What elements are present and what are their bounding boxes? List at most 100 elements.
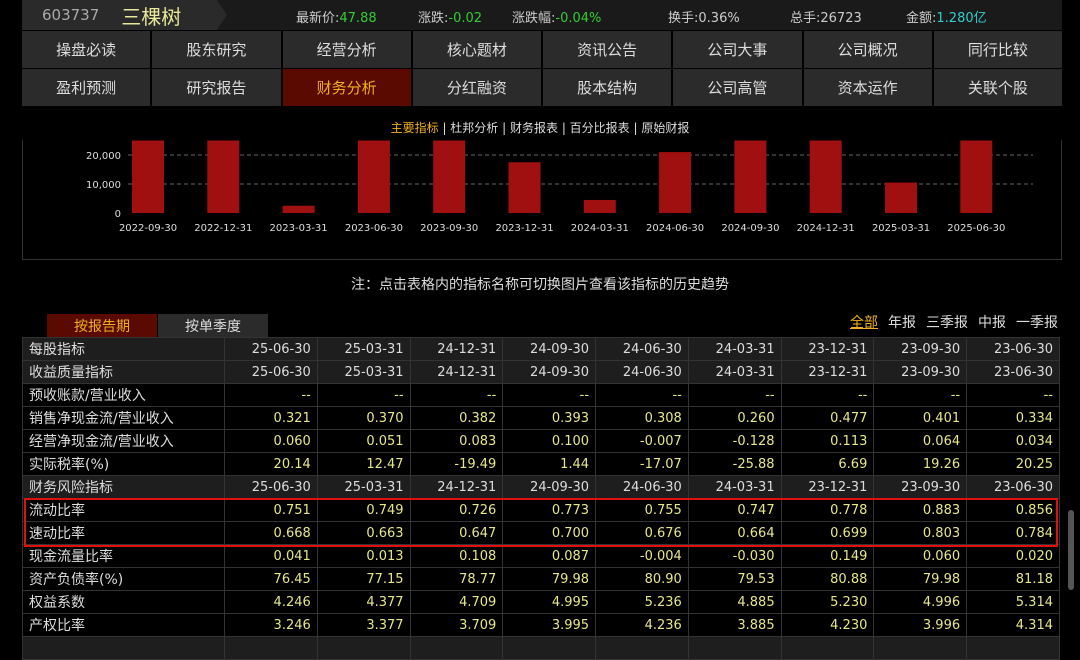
hint-note: 注：点击表格内的指标名称可切换图片查看该指标的历史趋势 [351, 277, 729, 293]
sub-tab[interactable]: 百分比报表 [570, 121, 630, 135]
bar[interactable] [357, 140, 390, 214]
nav-tab[interactable]: 研究报告 [152, 69, 281, 106]
quote-item: 金额:1.280亿 [906, 7, 987, 26]
nav-tab[interactable]: 关联个股 [933, 69, 1062, 106]
nav-row-2: 盈利预测 研究报告 财务分析 分红融资 股本结构 公司高管 资本运作 关联个股 [22, 69, 1062, 106]
nav-tab[interactable]: 公司概况 [803, 31, 932, 68]
bar[interactable] [282, 205, 315, 213]
nav-tab[interactable]: 股本结构 [543, 69, 672, 106]
nav-tab[interactable]: 经营分析 [282, 31, 411, 68]
table-cell: -0.007 [595, 429, 689, 453]
quote-label: 最新价: [296, 11, 340, 26]
indicator-name[interactable]: 预收账款/营业收入 [22, 383, 225, 407]
quote-label: 涨跌: [418, 11, 449, 26]
sub-tab[interactable]: 原始财报 [641, 121, 689, 135]
nav-tab[interactable]: 分红融资 [412, 69, 541, 106]
bar[interactable] [885, 182, 917, 213]
date-header: 23-12-31 [780, 360, 875, 384]
quote-label: 总手: [790, 11, 821, 26]
scrollbar[interactable] [1068, 510, 1074, 590]
table-cell: 0.393 [502, 406, 597, 430]
nav-tab[interactable]: 资本运作 [803, 69, 932, 106]
table-cell: 12.47 [316, 452, 411, 476]
y-tick-label: 10,000 [86, 180, 121, 191]
date-header: 23-06-30 [966, 360, 1060, 384]
date-header: 25-03-31 [316, 337, 411, 361]
table-cell: -- [687, 383, 782, 407]
indicator-name[interactable]: 现金流量比率 [22, 544, 225, 568]
table-cell: 79.98 [873, 567, 968, 591]
bar[interactable] [207, 140, 240, 214]
indicator-name[interactable]: 资产负债率(%) [22, 567, 225, 591]
bar[interactable] [734, 140, 767, 214]
indicator-name[interactable]: 财务风险指标 [22, 475, 225, 499]
x-tick-label: 2023-03-31 [270, 223, 328, 234]
table-cell: 4.995 [502, 590, 597, 614]
table-cell [780, 636, 875, 660]
quote-value: 0.36% [698, 11, 740, 26]
stock-code: 603737 [42, 6, 100, 24]
filter-option[interactable]: 年报 [888, 312, 916, 332]
sub-tab[interactable]: 主要指标 [391, 121, 439, 135]
bar[interactable] [583, 199, 616, 213]
table-cell: 0.060 [873, 544, 968, 568]
table-cell: 0.060 [224, 429, 318, 453]
bar[interactable] [433, 140, 466, 214]
bar[interactable] [809, 140, 842, 214]
filter-option[interactable]: 三季报 [926, 312, 968, 332]
date-header: 23-06-30 [966, 337, 1060, 361]
filter-option[interactable]: 中报 [978, 312, 1006, 332]
table-row: 财务风险指标 25-06-30 25-03-31 24-12-31 24-09-30 24… [22, 475, 1060, 499]
nav-tab[interactable]: 操盘必读 [22, 31, 151, 68]
table-cell: 80.90 [595, 567, 689, 591]
nav-tab[interactable]: 核心题材 [412, 31, 541, 68]
indicator-name[interactable]: 权益系数 [22, 590, 225, 614]
x-tick-label: 2025-03-31 [872, 223, 930, 234]
indicator-name[interactable]: 收益质量指标 [22, 360, 225, 384]
x-tick-label: 2023-09-30 [420, 223, 478, 234]
bar-chart[interactable]: 0 10,000 20,000 2022-09-30 2022-12-31 2023-03… [22, 140, 1062, 260]
bar[interactable] [508, 162, 541, 213]
table-cell: -- [780, 383, 875, 407]
bar[interactable] [132, 140, 164, 214]
x-tick-label: 2023-12-31 [495, 223, 553, 234]
table-cell: 4.885 [687, 590, 782, 614]
table-row: 预收账款/营业收入 -- -- -- -- -- -- -- -- -- [22, 383, 1060, 407]
sub-tab[interactable]: 财务报表 [510, 121, 558, 135]
indicator-name[interactable]: 经营净现金流/营业收入 [22, 429, 225, 453]
quote-label: 涨跌幅: [512, 11, 556, 26]
indicator-name[interactable]: 实际税率(%) [22, 452, 225, 476]
table-cell: -- [873, 383, 968, 407]
table-row: 收益质量指标 25-06-30 25-03-31 24-12-31 24-09-30 24… [22, 360, 1060, 384]
table-cell: -0.030 [687, 544, 782, 568]
date-header: 25-06-30 [224, 337, 318, 361]
date-header: 24-06-30 [595, 475, 689, 499]
nav-tab[interactable]: 财务分析 [282, 69, 411, 106]
indicator-name[interactable]: 销售净现金流/营业收入 [22, 406, 225, 430]
table-row: 每股指标 25-06-30 25-03-31 24-12-31 24-09-30 24-0… [22, 337, 1060, 361]
table-row [22, 636, 1060, 660]
filter-option[interactable]: 全部 [850, 312, 878, 332]
quote-value: 47.88 [339, 11, 377, 26]
indicator-name[interactable]: 产权比率 [22, 613, 225, 637]
quote-label: 金额: [906, 11, 937, 26]
bar[interactable] [659, 152, 692, 213]
bar[interactable] [960, 140, 993, 214]
nav-tab[interactable]: 同行比较 [933, 31, 1062, 68]
table-cell [873, 636, 968, 660]
tab-by-quarter[interactable]: 按单季度 [158, 314, 268, 337]
indicator-name[interactable]: 每股指标 [22, 337, 225, 361]
sub-tab[interactable]: 杜邦分析 [450, 121, 498, 135]
nav-tab[interactable]: 资讯公告 [543, 31, 672, 68]
table-cell: 0.051 [316, 429, 411, 453]
tab-by-report-period[interactable]: 按报告期 [47, 314, 157, 337]
nav-tab[interactable]: 股东研究 [152, 31, 281, 68]
nav-tab[interactable]: 盈利预测 [22, 69, 151, 106]
table-cell: 0.382 [409, 406, 504, 430]
nav-tab[interactable]: 公司大事 [673, 31, 802, 68]
quote-item: 换手:0.36% [668, 7, 740, 26]
nav-tab[interactable]: 公司高管 [673, 69, 802, 106]
filter-option[interactable]: 一季报 [1016, 312, 1058, 332]
table-cell: 0.149 [780, 544, 875, 568]
table-cell: 5.230 [780, 590, 875, 614]
